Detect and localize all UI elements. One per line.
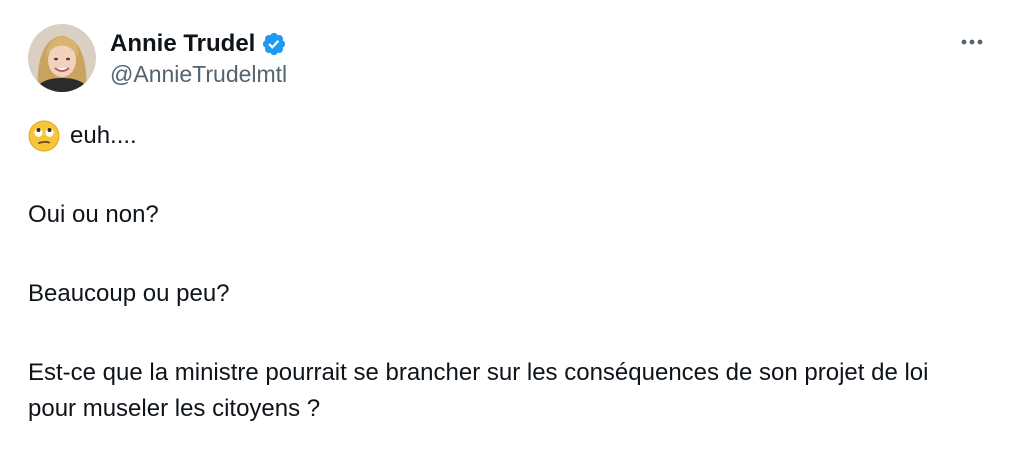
tweet-line-1: euh.... <box>28 118 978 154</box>
tweet-text: euh.... Oui ou non? Beaucoup ou peu? Est… <box>28 118 978 427</box>
name-row: Annie Trudel <box>110 29 287 59</box>
tweet-line-4: Est-ce que la ministre pourrait se branc… <box>28 359 929 422</box>
verified-badge-icon[interactable] <box>261 31 287 57</box>
more-options-button[interactable] <box>956 28 988 56</box>
author-names: Annie Trudel @AnnieTrudelmtl <box>110 29 287 88</box>
tweet-line-3: Beaucoup ou peu? <box>28 280 230 307</box>
user-photo-icon <box>28 24 96 92</box>
tweet-line-2: Oui ou non? <box>28 201 159 228</box>
user-handle[interactable]: @AnnieTrudelmtl <box>110 61 287 88</box>
tweet-card: Annie Trudel @AnnieTrudelmtl euh.... Oui… <box>0 0 1014 452</box>
tweet-line-1-text: euh.... <box>70 122 137 149</box>
display-name[interactable]: Annie Trudel <box>110 30 255 58</box>
more-horizontal-icon <box>961 39 983 45</box>
tweet-header: Annie Trudel @AnnieTrudelmtl <box>28 24 287 92</box>
face-with-rolling-eyes-icon <box>28 120 60 152</box>
avatar[interactable] <box>28 24 96 92</box>
